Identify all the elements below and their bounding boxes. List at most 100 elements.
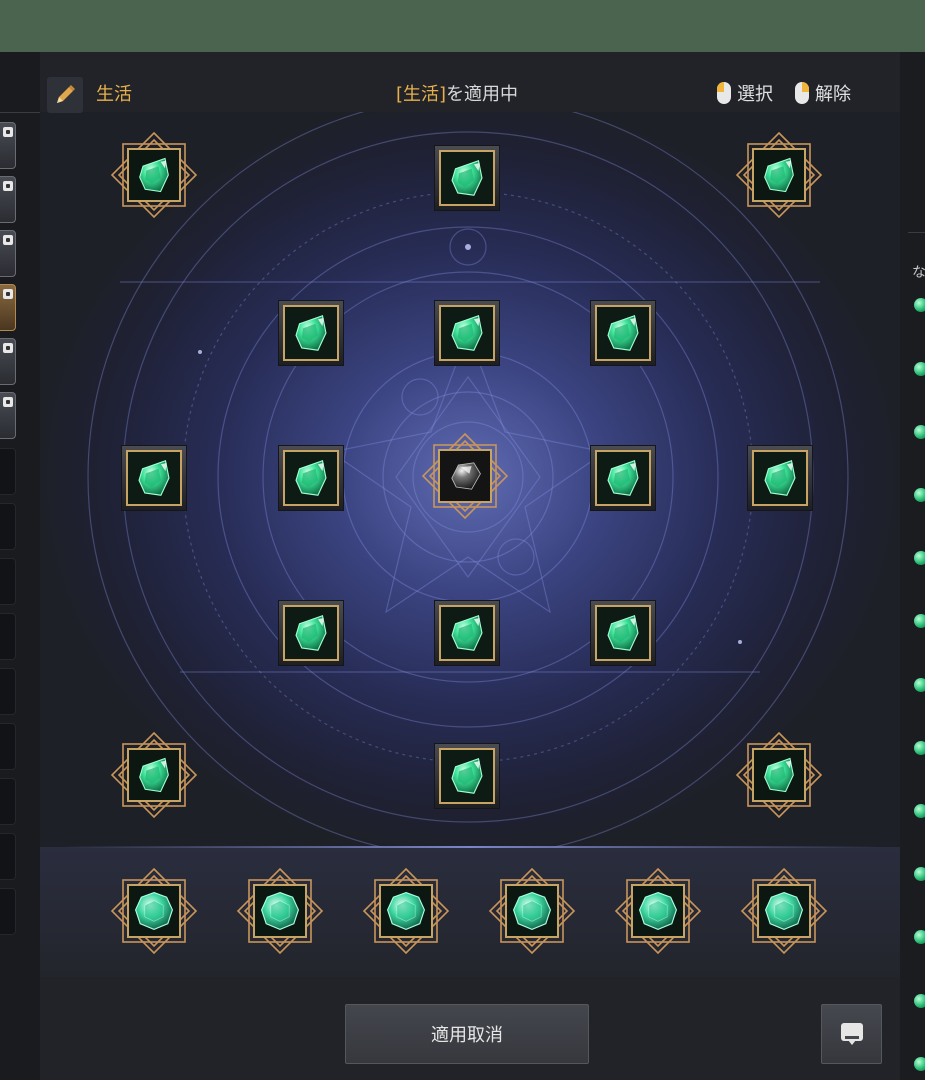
gem-node-slot[interactable] bbox=[434, 145, 500, 211]
gem-node-slot[interactable] bbox=[121, 445, 187, 511]
cancel-apply-button[interactable]: 適用取消 bbox=[345, 1004, 589, 1064]
select-hint: 選択 bbox=[717, 80, 773, 106]
preset-slot[interactable] bbox=[0, 122, 16, 169]
preset-slot-active[interactable] bbox=[0, 284, 16, 331]
tray-divider bbox=[60, 846, 880, 848]
gem-node-slot[interactable] bbox=[747, 445, 813, 511]
gem-list-item-icon[interactable] bbox=[914, 804, 925, 818]
top-bar bbox=[0, 0, 925, 53]
gem-socket bbox=[595, 605, 651, 661]
gem-list-item-icon[interactable] bbox=[914, 994, 925, 1008]
empty-slot[interactable] bbox=[0, 558, 16, 605]
preset-slot[interactable] bbox=[0, 392, 16, 439]
gem-list-item-icon[interactable] bbox=[914, 1057, 925, 1071]
preset-slot[interactable] bbox=[0, 230, 16, 277]
gem-list-item-icon[interactable] bbox=[914, 425, 925, 439]
save-preset-button[interactable] bbox=[821, 1004, 882, 1064]
green-crystal-icon bbox=[764, 157, 794, 193]
gem-node-slot[interactable] bbox=[278, 600, 344, 666]
gem-socket bbox=[127, 884, 181, 938]
gem-list-item-icon[interactable] bbox=[914, 678, 925, 692]
green-round-gem-icon bbox=[764, 891, 804, 931]
empty-slot[interactable] bbox=[0, 888, 16, 935]
gem-socket bbox=[757, 884, 811, 938]
gem-node-slot-ornate[interactable] bbox=[109, 730, 199, 820]
gem-socket bbox=[283, 305, 339, 361]
preset-slot[interactable] bbox=[0, 176, 16, 223]
center-gem-slot[interactable] bbox=[420, 431, 510, 521]
gem-list-item-icon[interactable] bbox=[914, 614, 925, 628]
gem-socket bbox=[126, 450, 182, 506]
preset-slot[interactable] bbox=[0, 338, 16, 385]
gem-list-item-icon[interactable] bbox=[914, 551, 925, 565]
gem-node-slot-ornate[interactable] bbox=[734, 730, 824, 820]
empty-slot[interactable] bbox=[0, 668, 16, 715]
right-gem-list: な bbox=[900, 52, 925, 1080]
gem-socket bbox=[595, 450, 651, 506]
gem-node-slot-ornate[interactable] bbox=[734, 130, 824, 220]
link-icon bbox=[3, 289, 13, 299]
empty-slot[interactable] bbox=[0, 503, 16, 550]
list-header-partial: な bbox=[912, 265, 925, 281]
gem-socket bbox=[438, 449, 492, 503]
release-hint: 解除 bbox=[795, 80, 851, 106]
gem-inventory-slot[interactable] bbox=[739, 866, 829, 956]
link-icon bbox=[3, 343, 13, 353]
gem-node-slot[interactable] bbox=[434, 300, 500, 366]
green-crystal-icon bbox=[764, 459, 796, 496]
green-crystal-icon bbox=[764, 757, 794, 793]
green-crystal-icon bbox=[295, 314, 327, 351]
mouse-left-click-icon bbox=[717, 82, 731, 104]
green-crystal-icon bbox=[607, 314, 639, 351]
gem-socket bbox=[439, 748, 495, 804]
gem-list-item-icon[interactable] bbox=[914, 867, 925, 881]
green-crystal-icon bbox=[607, 459, 639, 496]
inbox-save-icon bbox=[840, 1023, 863, 1045]
gem-list-item-icon[interactable] bbox=[914, 362, 925, 376]
empty-slot[interactable] bbox=[0, 778, 16, 825]
green-crystal-icon bbox=[295, 614, 327, 651]
gem-node-slot-ornate[interactable] bbox=[109, 130, 199, 220]
gem-socket bbox=[752, 748, 806, 802]
green-crystal-icon bbox=[139, 157, 169, 193]
green-crystal-icon bbox=[607, 614, 639, 651]
gem-node-slot[interactable] bbox=[278, 445, 344, 511]
status-text: [生活]を適用中 bbox=[396, 80, 518, 106]
divider bbox=[0, 112, 40, 113]
green-crystal-icon bbox=[451, 614, 483, 651]
gem-inventory-slot[interactable] bbox=[361, 866, 451, 956]
status-bracket-open: [ bbox=[396, 84, 404, 105]
green-crystal-icon bbox=[295, 459, 327, 496]
gem-list-item-icon[interactable] bbox=[914, 741, 925, 755]
gem-inventory-slot[interactable] bbox=[613, 866, 703, 956]
green-crystal-icon bbox=[139, 757, 169, 793]
gem-list-item-icon[interactable] bbox=[914, 488, 925, 502]
gem-inventory-slot[interactable] bbox=[109, 866, 199, 956]
green-crystal-icon bbox=[451, 314, 483, 351]
link-icon bbox=[3, 397, 13, 407]
green-round-gem-icon bbox=[638, 891, 678, 931]
edit-preset-button[interactable] bbox=[47, 77, 83, 113]
green-round-gem-icon bbox=[260, 891, 300, 931]
empty-slot[interactable] bbox=[0, 833, 16, 880]
gem-inventory-slot[interactable] bbox=[487, 866, 577, 956]
gem-node-slot[interactable] bbox=[434, 743, 500, 809]
gem-list-item-icon[interactable] bbox=[914, 930, 925, 944]
gem-list-item-icon[interactable] bbox=[914, 298, 925, 312]
green-crystal-icon bbox=[451, 159, 483, 196]
gem-socket bbox=[283, 605, 339, 661]
status-suffix: を適用中 bbox=[446, 84, 519, 105]
empty-slot[interactable] bbox=[0, 613, 16, 660]
gem-inventory-slot[interactable] bbox=[235, 866, 325, 956]
gem-node-slot[interactable] bbox=[590, 600, 656, 666]
gem-socket bbox=[439, 305, 495, 361]
empty-slot[interactable] bbox=[0, 723, 16, 770]
status-preset-name: 生活 bbox=[403, 84, 440, 105]
empty-slot[interactable] bbox=[0, 448, 16, 495]
gem-node-slot[interactable] bbox=[434, 600, 500, 666]
gem-node-slot[interactable] bbox=[278, 300, 344, 366]
left-preset-list bbox=[0, 52, 40, 1080]
gem-node-slot[interactable] bbox=[590, 445, 656, 511]
gem-node-slot[interactable] bbox=[590, 300, 656, 366]
green-round-gem-icon bbox=[512, 891, 552, 931]
